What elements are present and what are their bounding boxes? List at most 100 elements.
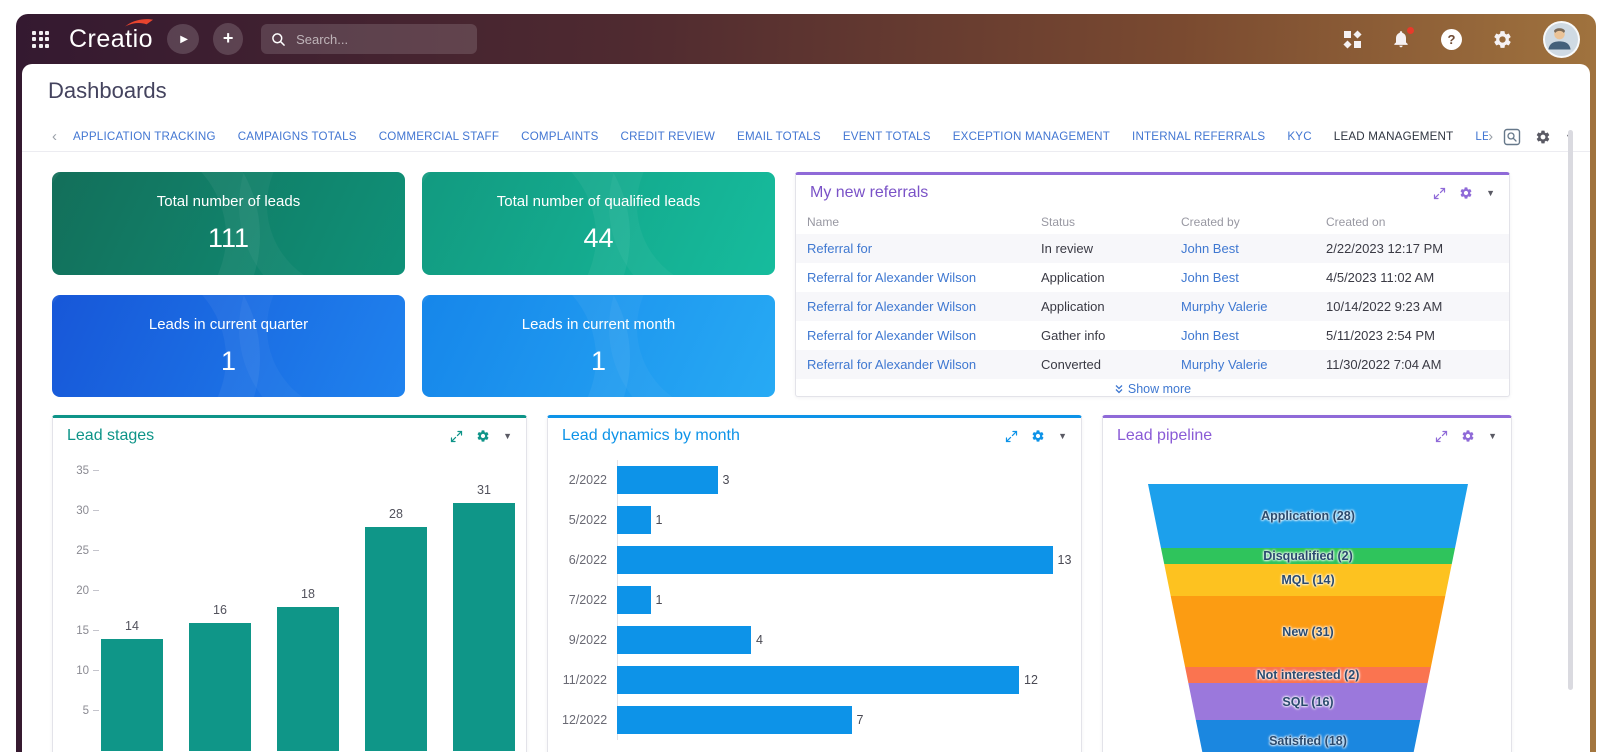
tab-lead-management[interactable]: LEAD MANAGEMENT <box>1334 130 1454 143</box>
funnel-segment-new-31-[interactable]: New (31) <box>1148 596 1468 667</box>
tab-event-totals[interactable]: EVENT TOTALS <box>843 130 931 143</box>
tab-email-totals[interactable]: EMAIL TOTALS <box>737 130 821 143</box>
table-row: Referral for Alexander WilsonGather info… <box>796 321 1509 350</box>
funnel-segment-not-interested-2-[interactable]: Not interested (2) <box>1148 667 1468 683</box>
global-search[interactable] <box>261 24 477 54</box>
tab-exception-management[interactable]: EXCEPTION MANAGEMENT <box>953 130 1110 143</box>
funnel-segment-label: SQL (16) <box>1282 695 1333 709</box>
y-axis-tick <box>93 630 99 631</box>
lead-pipeline-funnel: Application (28)Disqualified (2)MQL (14)… <box>1148 484 1468 752</box>
panel-gear-icon[interactable] <box>1461 429 1475 443</box>
tab-campaigns-totals[interactable]: CAMPAIGNS TOTALS <box>238 130 357 143</box>
tab-application-tracking[interactable]: APPLICATION TRACKING <box>73 130 216 143</box>
referral-name-link[interactable]: Referral for Alexander Wilson <box>807 270 1041 285</box>
tab-lea[interactable]: LEA <box>1475 130 1488 143</box>
kpi-card-leads-in-current-month: Leads in current month1 <box>422 295 775 397</box>
view-search-icon[interactable] <box>1503 128 1521 146</box>
kpi-label: Total number of qualified leads <box>497 193 700 210</box>
bar[interactable] <box>617 666 1019 694</box>
column-header-created-on[interactable]: Created on <box>1326 215 1498 229</box>
column-header-created-by[interactable]: Created by <box>1181 215 1326 229</box>
tab-commercial-staff[interactable]: COMMERCIAL STAFF <box>379 130 499 143</box>
tabs-scroll-left-icon[interactable]: ‹ <box>52 128 57 145</box>
y-axis-tick-label: 30 <box>57 503 89 519</box>
tab-complaints[interactable]: COMPLAINTS <box>521 130 598 143</box>
referral-created-by-link[interactable]: Murphy Valerie <box>1181 357 1326 372</box>
settings-gear-icon[interactable] <box>1492 29 1513 50</box>
content-area: Dashboards ‹ APPLICATION TRACKINGCAMPAIG… <box>22 64 1590 752</box>
tab-internal-referrals[interactable]: INTERNAL REFERRALS <box>1132 130 1265 143</box>
marketplace-icon[interactable] <box>1344 31 1361 48</box>
bar[interactable] <box>453 503 515 751</box>
referral-created-by-link[interactable]: Murphy Valerie <box>1181 299 1326 314</box>
panel-gear-icon[interactable] <box>476 429 490 443</box>
panel-caret-icon[interactable]: ▼ <box>1488 431 1497 441</box>
panel-caret-icon[interactable]: ▼ <box>503 431 512 441</box>
bar[interactable] <box>277 607 339 751</box>
help-icon[interactable]: ? <box>1441 29 1462 50</box>
funnel-segment-satisfied-18-[interactable]: Satisfied (18) <box>1148 720 1468 752</box>
funnel-segment-label: Not interested (2) <box>1257 668 1360 682</box>
tab-credit-review[interactable]: CREDIT REVIEW <box>621 130 716 143</box>
referral-created-by-link[interactable]: John Best <box>1181 328 1326 343</box>
referral-name-link[interactable]: Referral for Alexander Wilson <box>807 328 1041 343</box>
kpi-value: 44 <box>583 223 613 254</box>
panel-gear-icon[interactable] <box>1459 186 1473 200</box>
chart-row: 6/202213 <box>562 540 1067 580</box>
funnel-segment-mql-14-[interactable]: MQL (14) <box>1148 564 1468 596</box>
referral-name-link[interactable]: Referral for Alexander Wilson <box>807 357 1041 372</box>
referral-created-by-link[interactable]: John Best <box>1181 270 1326 285</box>
expand-icon[interactable] <box>1433 187 1446 200</box>
referral-name-link[interactable]: Referral for Alexander Wilson <box>807 299 1041 314</box>
kpi-label: Leads in current quarter <box>149 316 308 333</box>
run-process-button[interactable]: ▶ <box>167 24 199 54</box>
referral-status: Converted <box>1041 357 1181 372</box>
user-avatar[interactable] <box>1543 21 1580 58</box>
category-label: 12/2022 <box>562 713 607 727</box>
notifications-bell-icon[interactable] <box>1391 29 1411 49</box>
panel-caret-icon[interactable]: ▼ <box>1486 188 1495 198</box>
referral-created-by-link[interactable]: John Best <box>1181 241 1326 256</box>
kpi-card-total-number-of-qualified-leads: Total number of qualified leads 44 <box>422 172 775 275</box>
category-label: 2/2022 <box>562 473 607 487</box>
referral-name-link[interactable]: Referral for <box>807 241 1041 256</box>
creatio-logo[interactable]: Creatio <box>69 25 153 54</box>
bar-value-label: 16 <box>189 603 251 617</box>
tab-kyc[interactable]: KYC <box>1287 130 1311 143</box>
funnel-segment-sql-16-[interactable]: SQL (16) <box>1148 683 1468 720</box>
quick-add-button[interactable]: + <box>213 23 243 55</box>
panel-gear-icon[interactable] <box>1031 429 1045 443</box>
panel-caret-icon[interactable]: ▼ <box>1058 431 1067 441</box>
show-more-link[interactable]: Show more <box>796 382 1509 396</box>
expand-icon[interactable] <box>1435 430 1448 443</box>
expand-icon[interactable] <box>450 430 463 443</box>
bar[interactable] <box>617 466 718 494</box>
kpi-value: 111 <box>208 223 249 254</box>
search-input[interactable] <box>294 31 448 48</box>
chart-row: 5/20221 <box>562 500 1067 540</box>
expand-icon[interactable] <box>1005 430 1018 443</box>
app-launcher-icon[interactable] <box>32 31 49 48</box>
bar[interactable] <box>617 586 651 614</box>
funnel-segment-application-28-[interactable]: Application (28) <box>1148 484 1468 548</box>
notification-badge <box>1407 27 1414 34</box>
bar[interactable] <box>617 626 751 654</box>
bar[interactable] <box>101 639 163 751</box>
bar-value-label: 12 <box>1024 673 1038 687</box>
bar[interactable] <box>617 546 1053 574</box>
bar[interactable] <box>617 706 852 734</box>
bar[interactable] <box>365 527 427 751</box>
bar[interactable] <box>617 506 651 534</box>
bar[interactable] <box>189 623 251 751</box>
bar-value-label: 1 <box>656 593 663 607</box>
dashboard-tab-bar: ‹ APPLICATION TRACKING CAMPAIGNS TOTALS CO… <box>22 122 1590 152</box>
bar-value-label: 7 <box>857 713 864 727</box>
vertical-scrollbar[interactable] <box>1568 130 1573 690</box>
referral-created-on: 11/30/2022 7:04 AM <box>1326 357 1498 372</box>
column-header-name[interactable]: Name <box>807 215 1041 229</box>
app-window: Creatio ▶ + ? <box>16 14 1596 752</box>
tabs-scroll-right-icon[interactable]: › <box>1488 128 1493 145</box>
funnel-segment-disqualified-2-[interactable]: Disqualified (2) <box>1148 548 1468 564</box>
dashboard-settings-gear-icon[interactable] <box>1535 129 1551 145</box>
column-header-status[interactable]: Status <box>1041 215 1181 229</box>
